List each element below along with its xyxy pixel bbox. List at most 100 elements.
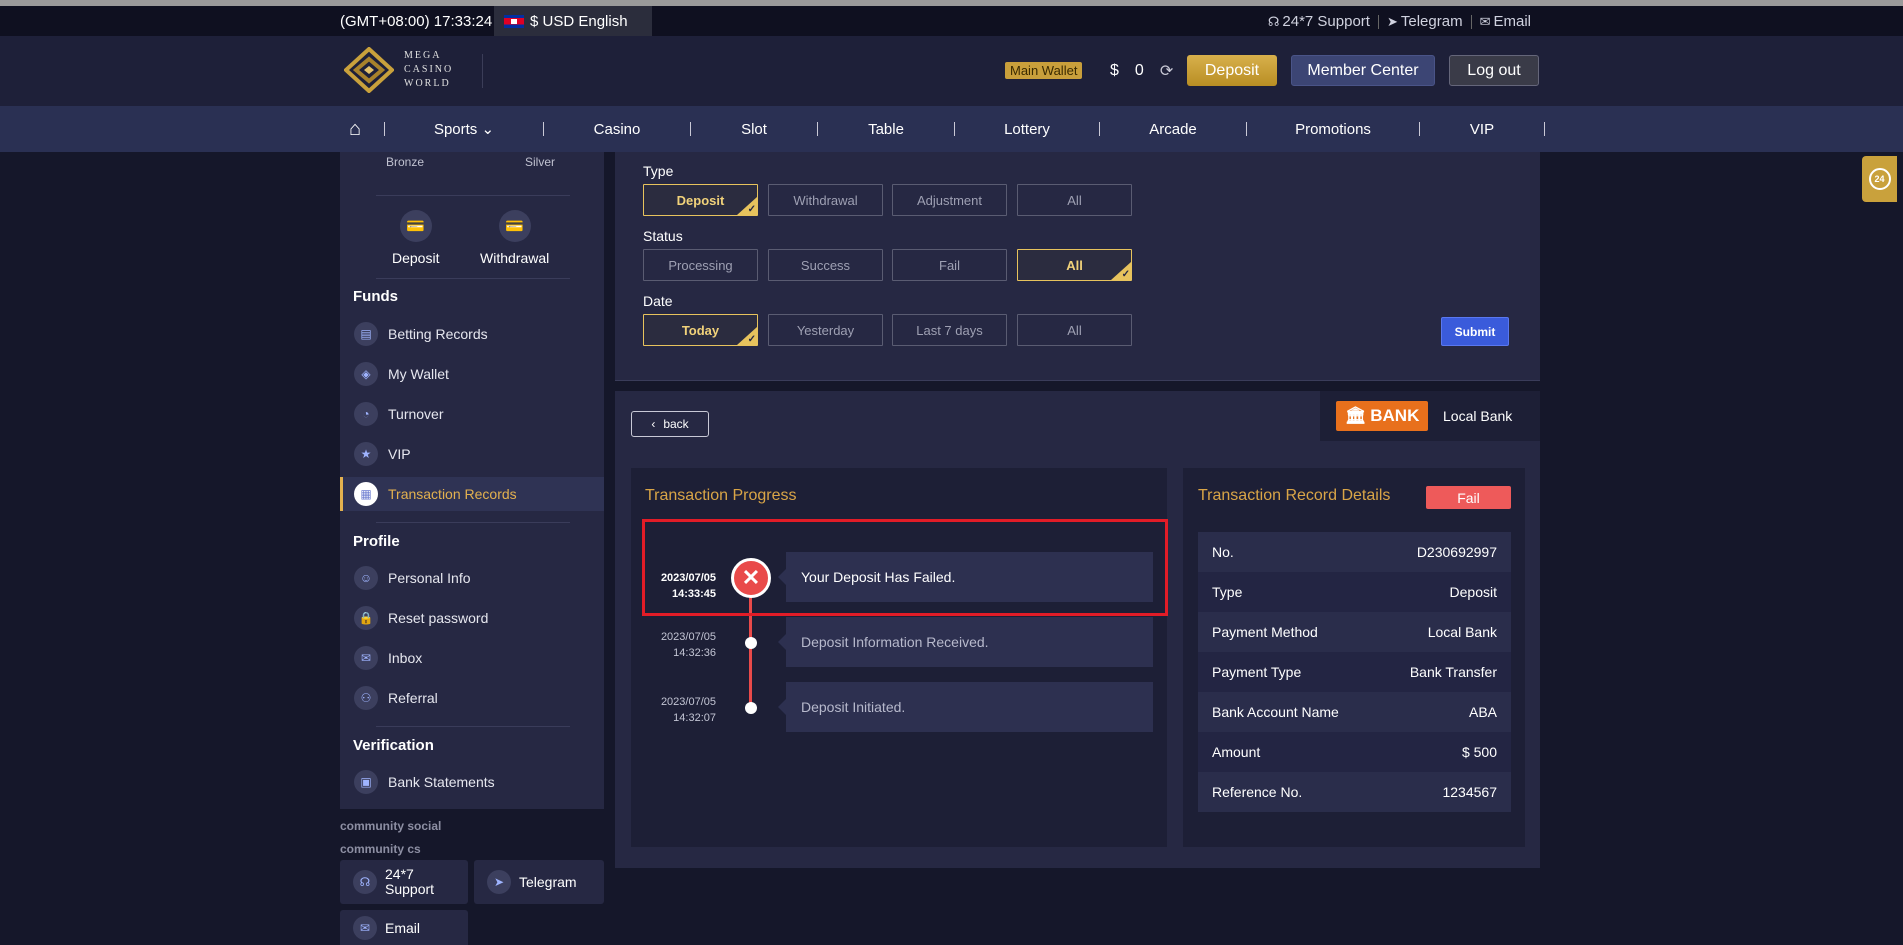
- row-label: Bank Account Name: [1212, 704, 1339, 720]
- sidebar-item-label: Betting Records: [388, 326, 488, 342]
- sidebar-item-betting-records[interactable]: ▤ Betting Records: [340, 317, 604, 351]
- sidebar-item-vip[interactable]: ★ VIP: [340, 437, 604, 471]
- quick-deposit[interactable]: 💳 Deposit: [392, 210, 439, 266]
- telegram-label: Telegram: [1400, 13, 1463, 30]
- inbox-icon: ✉: [354, 646, 378, 670]
- currency-symbol: $: [1110, 62, 1119, 79]
- headset-icon: ☊: [353, 870, 377, 894]
- email-cs-label: Email: [385, 919, 421, 936]
- sidebar-item-reset-password[interactable]: 🔒 Reset password: [340, 601, 604, 635]
- nav-table[interactable]: Table: [818, 121, 954, 138]
- timeline-date: 2023/07/05: [660, 696, 716, 708]
- telegram-cs-button[interactable]: ➤ Telegram: [474, 860, 604, 904]
- status-fail-option[interactable]: Fail: [892, 249, 1007, 281]
- sidebar-item-label: Personal Info: [388, 570, 471, 586]
- quick-withdrawal[interactable]: 💳 Withdrawal: [480, 210, 549, 266]
- sidebar-item-referral[interactable]: ⚇ Referral: [340, 681, 604, 715]
- support-link[interactable]: ☊ 24*7 Support: [1268, 13, 1370, 30]
- sidebar-item-bank-statements[interactable]: ▣ Bank Statements: [340, 765, 604, 799]
- telegram-icon: ➤: [1386, 14, 1398, 29]
- email-link[interactable]: ✉ Email: [1480, 13, 1531, 30]
- nav-lottery[interactable]: Lottery: [955, 121, 1099, 138]
- row-value: D230692997: [1416, 544, 1497, 560]
- row-label: Payment Method: [1212, 624, 1318, 640]
- type-all-option[interactable]: All: [1017, 184, 1132, 216]
- row-label: Payment Type: [1212, 664, 1302, 680]
- top-bar: (GMT+08:00) 17:33:24 $ USD English ☊ 24*7…: [0, 6, 1903, 36]
- funds-heading: Funds: [353, 288, 398, 305]
- logo-text: MEGA CASINO WORLD: [404, 49, 453, 91]
- nav-vip[interactable]: VIP: [1420, 121, 1544, 138]
- status-badge: Fail: [1426, 486, 1511, 509]
- floating-support-button[interactable]: 24: [1862, 156, 1897, 202]
- submit-button[interactable]: Submit: [1441, 317, 1509, 346]
- timeline-timestamp: 2023/07/05 14:32:07: [640, 694, 716, 726]
- divider: [482, 54, 483, 88]
- nav-slot[interactable]: Slot: [691, 121, 817, 138]
- nav-promotions[interactable]: Promotions: [1247, 121, 1419, 138]
- type-withdrawal-option[interactable]: Withdrawal: [768, 184, 883, 216]
- row-label: Reference No.: [1212, 784, 1303, 800]
- home-icon[interactable]: ⌂: [349, 119, 371, 139]
- row-value: Local Bank: [1427, 624, 1497, 640]
- type-label: Type: [643, 163, 674, 179]
- date-yesterday-option[interactable]: Yesterday: [768, 314, 883, 346]
- community-cs-label: community cs: [340, 842, 421, 856]
- back-button[interactable]: ‹ back: [631, 411, 709, 437]
- refresh-icon[interactable]: ⟳: [1160, 61, 1173, 81]
- quick-withdrawal-label: Withdrawal: [480, 250, 550, 266]
- row-value: Bank Transfer: [1409, 664, 1497, 680]
- headset-icon: ☊: [1267, 14, 1280, 29]
- logo-line: WORLD: [404, 78, 451, 89]
- row-value: $ 500: [1461, 744, 1497, 760]
- date-label: Date: [643, 293, 673, 309]
- type-deposit-option[interactable]: Deposit: [643, 184, 758, 216]
- status-all-option[interactable]: All: [1017, 249, 1132, 281]
- date-last-7-days-option[interactable]: Last 7 days: [892, 314, 1007, 346]
- header: MEGA CASINO WORLD Main Wallet $ 0 ⟳ Depo…: [0, 36, 1903, 106]
- date-today-option[interactable]: Today: [643, 314, 758, 346]
- bank-logo-text: BANK: [1370, 406, 1420, 425]
- status-success-option[interactable]: Success: [768, 249, 883, 281]
- date-all-option[interactable]: All: [1017, 314, 1132, 346]
- balance: $ 0 ⟳: [1110, 61, 1173, 81]
- nav-label: Sports: [433, 121, 478, 138]
- site-logo[interactable]: MEGA CASINO WORLD: [343, 46, 453, 94]
- telegram-cs-label: Telegram: [519, 874, 577, 890]
- row-label: No.: [1212, 544, 1234, 560]
- telegram-link[interactable]: ➤ Telegram: [1387, 13, 1463, 30]
- turnover-icon: ◔: [354, 402, 378, 426]
- row-value: 1234567: [1442, 784, 1497, 800]
- main-wallet-badge[interactable]: Main Wallet: [1005, 62, 1083, 79]
- nav-casino[interactable]: Casino: [544, 121, 690, 138]
- sidebar-item-inbox[interactable]: ✉ Inbox: [340, 641, 604, 675]
- sidebar-item-transaction-records[interactable]: ▦ Transaction Records: [340, 477, 604, 511]
- sidebar-item-label: Referral: [388, 690, 438, 706]
- nav-arcade[interactable]: Arcade: [1100, 121, 1246, 138]
- cambodia-flag-icon: [504, 14, 524, 28]
- sidebar-item-turnover[interactable]: ◔ Turnover: [340, 397, 604, 431]
- email-cs-button[interactable]: ✉ Email: [340, 910, 468, 945]
- currency-language-selector[interactable]: $ USD English: [494, 6, 652, 36]
- sidebar-item-label: Inbox: [388, 650, 423, 666]
- divider: [376, 726, 570, 727]
- deposit-button[interactable]: Deposit: [1187, 55, 1277, 86]
- bank-building-icon: 🏛: [1344, 406, 1367, 425]
- support-label: 24*7 Support: [1282, 13, 1370, 30]
- nav-sports[interactable]: Sports ⌄: [385, 120, 543, 138]
- timeline-dot: [745, 702, 757, 714]
- highlight-box: [642, 519, 1168, 616]
- timeline-timestamp: 2023/07/05 14:32:36: [640, 629, 716, 661]
- logout-button[interactable]: Log out: [1449, 55, 1539, 86]
- status-processing-option[interactable]: Processing: [643, 249, 758, 281]
- divider: [376, 195, 570, 196]
- referral-icon: ⚇: [354, 686, 378, 710]
- type-adjustment-option[interactable]: Adjustment: [892, 184, 1007, 216]
- member-center-button[interactable]: Member Center: [1291, 55, 1435, 86]
- sidebar-item-personal-info[interactable]: ☺ Personal Info: [340, 561, 604, 595]
- 24h-support-icon: 24: [1868, 168, 1891, 190]
- support-cs-button[interactable]: ☊ 24*7 Support: [340, 860, 468, 904]
- payment-channel: 🏛 BANK Local Bank: [1320, 391, 1540, 441]
- logo-line: CASINO: [404, 64, 454, 75]
- sidebar-item-my-wallet[interactable]: ◈ My Wallet: [340, 357, 604, 391]
